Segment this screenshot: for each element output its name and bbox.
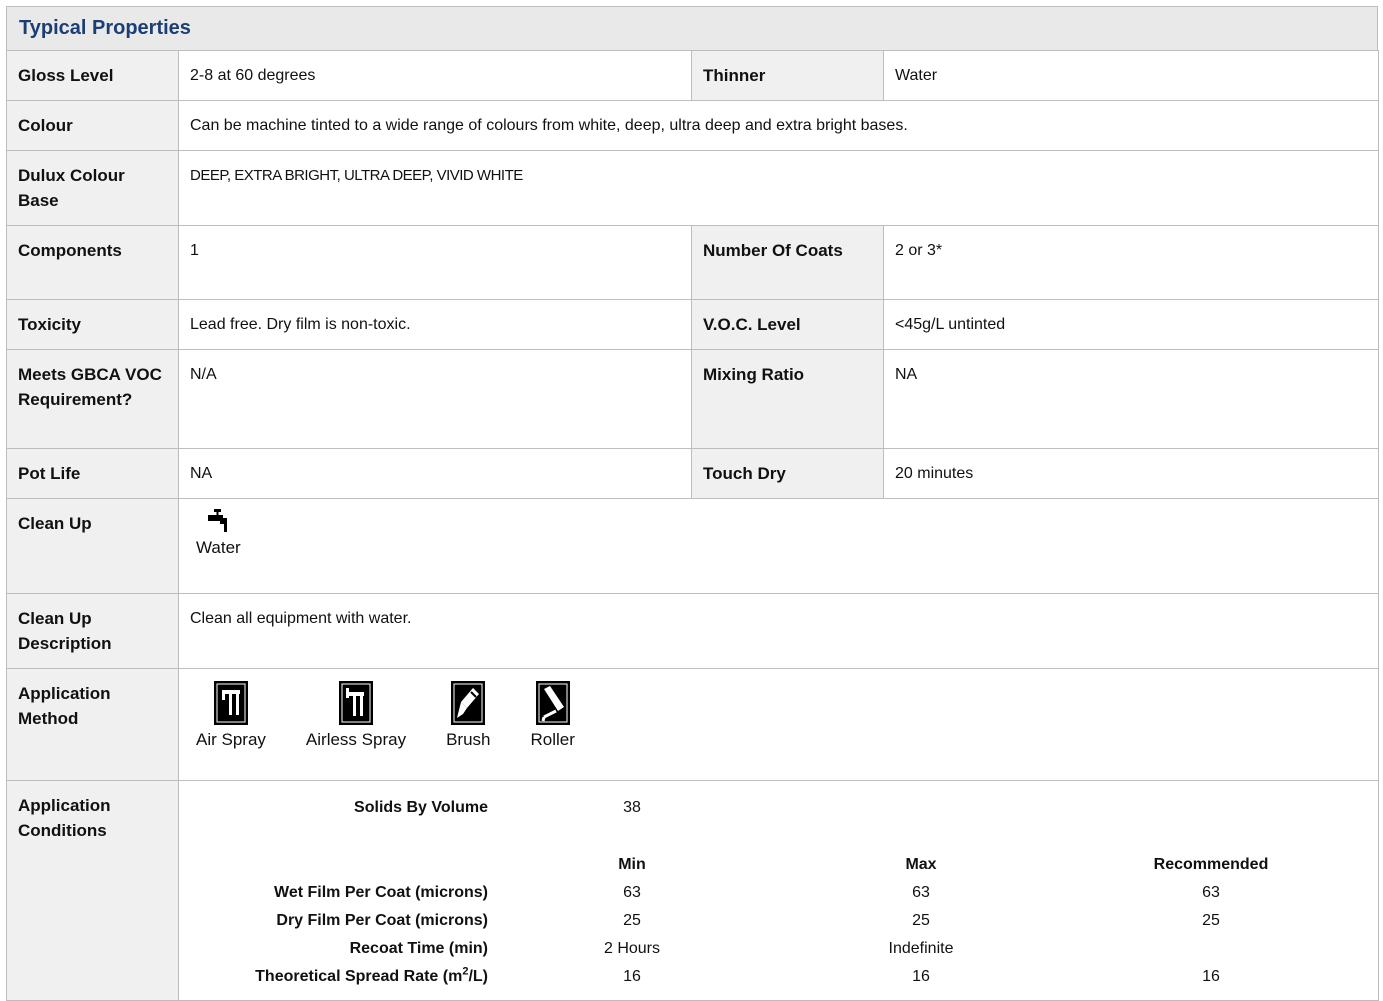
wet-film-min: 63 — [623, 884, 641, 901]
dry-film-min: 25 — [623, 912, 641, 929]
row-toxicity-voc: Toxicity Lead free. Dry film is non-toxi… — [6, 299, 1379, 350]
application-method-label: Application Method — [6, 668, 179, 781]
col-recommended-header: Recommended — [1153, 856, 1269, 873]
conditions-table: Solids By Volume 38 Min Max Recommended … — [179, 794, 1356, 991]
row-clean-up-description: Clean Up Description Clean all equipment… — [6, 593, 1379, 669]
clean-up-description-value: Clean all equipment with water. — [178, 593, 1379, 669]
method-brush-caption: Brush — [446, 730, 491, 749]
roller-icon — [535, 681, 570, 725]
voc-value: <45g/L untinted — [883, 299, 1379, 350]
gbca-label: Meets GBCA VOC Requirement? — [6, 349, 179, 449]
application-method-value: Air Spray Airless Spray Brush Roller — [178, 668, 1379, 781]
row-application-method: Application Method Air Spray Airless Spr… — [6, 668, 1379, 781]
method-roller: Roller — [530, 681, 575, 752]
mixing-ratio-label: Mixing Ratio — [691, 349, 884, 449]
dry-film-max: 25 — [912, 912, 930, 929]
dry-film-recommended: 25 — [1202, 912, 1220, 929]
colour-label: Colour — [6, 100, 179, 151]
components-value: 1 — [178, 225, 692, 300]
row-gbca-mixing: Meets GBCA VOC Requirement? N/A Mixing R… — [6, 349, 1379, 449]
gbca-value: N/A — [178, 349, 692, 449]
clean-up-water-caption: Water — [196, 538, 241, 557]
col-min-header: Min — [618, 856, 646, 873]
toxicity-value: Lead free. Dry film is non-toxic. — [178, 299, 692, 350]
thinner-label: Thinner — [691, 50, 884, 101]
wet-film-label: Wet Film Per Coat (microns) — [274, 884, 488, 901]
clean-up-label: Clean Up — [6, 498, 179, 594]
coats-label: Number Of Coats — [691, 225, 884, 300]
typical-properties-panel: Typical Properties Gloss Level 2-8 at 60… — [6, 6, 1379, 1001]
dry-film-row: Dry Film Per Coat (microns) 25 25 25 — [179, 907, 1356, 935]
clean-up-water: Water — [196, 507, 241, 560]
recoat-max: Indefinite — [888, 940, 954, 957]
application-conditions-label: Application Conditions — [6, 780, 179, 1001]
row-clean-up: Clean Up Water — [6, 498, 1379, 594]
touch-dry-value: 20 minutes — [883, 448, 1379, 499]
row-gloss-thinner: Gloss Level 2-8 at 60 degrees Thinner Wa… — [6, 50, 1379, 101]
colour-value: Can be machine tinted to a wide range of… — [178, 100, 1379, 151]
row-colour: Colour Can be machine tinted to a wide r… — [6, 100, 1379, 151]
method-roller-caption: Roller — [530, 730, 575, 749]
wet-film-max: 63 — [912, 884, 930, 901]
recoat-min: 2 Hours — [603, 940, 661, 957]
solids-row: Solids By Volume 38 — [179, 794, 1356, 822]
touch-dry-label: Touch Dry — [691, 448, 884, 499]
section-title: Typical Properties — [19, 17, 191, 39]
brush-icon — [451, 681, 486, 725]
gloss-level-label: Gloss Level — [6, 50, 179, 101]
components-label: Components — [6, 225, 179, 300]
recoat-label: Recoat Time (min) — [349, 940, 488, 957]
gloss-level-value: 2-8 at 60 degrees — [178, 50, 692, 101]
solids-label: Solids By Volume — [354, 799, 488, 816]
method-brush: Brush — [446, 681, 490, 752]
spread-rate-row: Theoretical Spread Rate (m2/L) 16 16 16 — [179, 963, 1356, 991]
colour-base-value: DEEP, EXTRA BRIGHT, ULTRA DEEP, VIVID WH… — [178, 150, 1379, 226]
spread-rate-min: 16 — [623, 968, 641, 985]
row-potlife-touchdry: Pot Life NA Touch Dry 20 minutes — [6, 448, 1379, 499]
spread-rate-max: 16 — [912, 968, 930, 985]
clean-up-value: Water — [178, 498, 1379, 594]
row-components-coats: Components 1 Number Of Coats 2 or 3* — [6, 225, 1379, 300]
pot-life-label: Pot Life — [6, 448, 179, 499]
row-colour-base: Dulux Colour Base DEEP, EXTRA BRIGHT, UL… — [6, 150, 1379, 226]
method-air-spray-caption: Air Spray — [196, 730, 266, 749]
section-header: Typical Properties — [6, 6, 1378, 50]
method-airless-spray-caption: Airless Spray — [305, 730, 407, 749]
dry-film-label: Dry Film Per Coat (microns) — [276, 912, 488, 929]
mixing-ratio-value: NA — [883, 349, 1379, 449]
method-airless-spray: Airless Spray — [306, 681, 406, 752]
airless-spray-icon — [338, 681, 373, 725]
voc-label: V.O.C. Level — [691, 299, 884, 350]
recoat-row: Recoat Time (min) 2 Hours Indefinite — [179, 935, 1356, 963]
wet-film-recommended: 63 — [1202, 884, 1220, 901]
method-air-spray: Air Spray — [196, 681, 266, 752]
colour-base-label: Dulux Colour Base — [6, 150, 179, 226]
properties-table: Gloss Level 2-8 at 60 degrees Thinner Wa… — [6, 50, 1379, 1001]
clean-up-description-label: Clean Up Description — [6, 593, 179, 669]
row-application-conditions: Application Conditions Solids By Volume … — [6, 780, 1379, 1001]
pot-life-value: NA — [178, 448, 692, 499]
coats-value: 2 or 3* — [883, 225, 1379, 300]
thinner-value: Water — [883, 50, 1379, 101]
recoat-recommended — [1066, 935, 1356, 963]
toxicity-label: Toxicity — [6, 299, 179, 350]
conditions-header-row: Min Max Recommended — [179, 851, 1356, 879]
application-conditions-value: Solids By Volume 38 Min Max Recommended … — [178, 780, 1379, 1001]
tap-icon — [208, 509, 228, 532]
spread-rate-label: Theoretical Spread Rate (m2/L) — [255, 965, 488, 985]
spread-rate-recommended: 16 — [1202, 968, 1220, 985]
air-spray-icon — [213, 681, 248, 725]
col-max-header: Max — [905, 856, 937, 873]
wet-film-row: Wet Film Per Coat (microns) 63 63 63 — [179, 879, 1356, 907]
solids-value: 38 — [623, 799, 641, 816]
